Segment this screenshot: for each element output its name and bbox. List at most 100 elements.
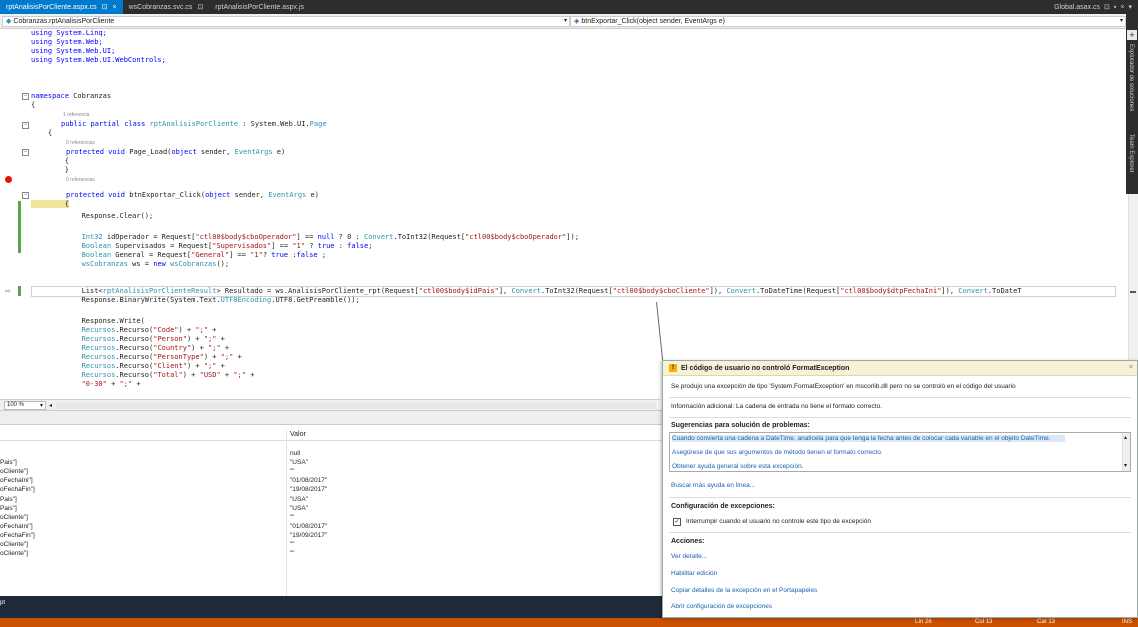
code-line: Recursos.Recurso("Country") + ";" + — [31, 344, 230, 352]
tab-label: rptAnalisisPorCliente.aspx.cs — [6, 3, 97, 11]
code-line: namespace Cobranzas — [31, 92, 112, 100]
actions-heading: Acciones: — [671, 538, 705, 545]
chevron-down-icon: ▾ — [1119, 17, 1123, 24]
scroll-left-icon[interactable]: ◂ — [49, 402, 52, 409]
watch-row-name: oFechaFin"] — [0, 486, 35, 494]
watch-row[interactable]: oFechaIni"] "01/08/2017" — [0, 522, 662, 531]
more-help-link[interactable]: Buscar más ayuda en línea... — [671, 482, 755, 489]
fold-toggle[interactable]: − — [22, 122, 29, 129]
navigation-bar: ◆ Cobranzas.rptAnalisisPorCliente ▾ ◈ bt… — [0, 14, 1126, 29]
watch-row[interactable]: oFechaIni"] "01/08/2017" — [0, 476, 662, 485]
watch-row[interactable]: oCliente"] "" — [0, 540, 662, 549]
watch-row[interactable]: oCliente"] "" — [0, 467, 662, 476]
reference-count-hint[interactable]: 1 referencia — [63, 112, 89, 118]
tab-global-asax[interactable]: Global.asax.cs ⊡ ▪ × ▾ — [1054, 0, 1132, 14]
chevron-down-icon: ▾ — [563, 17, 567, 24]
divider — [669, 532, 1131, 533]
watch-row[interactable]: Pais"] "USA" — [0, 504, 662, 513]
watch-row-value: "USA" — [290, 495, 308, 503]
reference-count-hint[interactable]: 0 referencias — [66, 177, 95, 183]
suggestions-list: Cuando convierta una cadena a DateTime, … — [669, 432, 1131, 472]
suggestion-link[interactable]: Obtener ayuda general sobre esta excepci… — [672, 463, 804, 470]
value-column-header[interactable]: Valor — [290, 431, 306, 438]
fold-toggle[interactable]: − — [22, 192, 29, 199]
watch-row[interactable]: oCliente"] "" — [0, 513, 662, 522]
code-line: Boolean General = Request["General"] == … — [31, 251, 327, 259]
fold-toggle[interactable]: − — [22, 149, 29, 156]
watch-row[interactable]: Pais"] "USA" — [0, 458, 662, 467]
watch-row-value: "01/08/2017" — [290, 477, 328, 485]
view-detail-link[interactable]: Ver detalle... — [671, 553, 707, 560]
team-explorer-tab[interactable]: Team Explorer — [1128, 134, 1134, 173]
solution-explorer-tab[interactable]: Explorador de soluciones — [1128, 44, 1134, 111]
chevron-down-icon: ▾ — [39, 402, 43, 409]
bottom-panel-label[interactable]: pt — [0, 600, 5, 606]
suggestions-heading: Sugerencias para solución de problemas: — [671, 422, 810, 429]
tab-wscobranzas[interactable]: wsCobranzas.svc.cs ⊡ — [123, 0, 210, 14]
watch-row-name: oFechaIni"] — [0, 522, 33, 530]
suggestions-scrollbar[interactable]: ▴ ▾ — [1122, 433, 1130, 471]
code-line: Recursos.Recurso("Code") + ";" + — [31, 326, 217, 334]
extra-icon[interactable]: ▪ — [1114, 4, 1116, 11]
tab-rpt-cs[interactable]: rptAnalisisPorCliente.aspx.cs ⊡ × — [0, 0, 123, 14]
code-line: Recursos.Recurso("Total") + "USD" + ";" … — [31, 371, 255, 379]
editor-horizontal-scrollbar[interactable] — [56, 401, 656, 409]
watch-row[interactable]: oFechaFin"] "19/09/2017" — [0, 531, 662, 540]
reference-count-hint[interactable]: 0 referencias — [66, 140, 95, 146]
code-text[interactable]: using System.Linq; using System.Web; usi… — [31, 29, 1116, 399]
member-dropdown-value: btnExportar_Click(object sender, EventAr… — [581, 17, 725, 25]
close-icon[interactable]: × — [1129, 364, 1133, 371]
watch-row-value: "USA" — [290, 459, 308, 467]
suggestion-link[interactable]: Cuando convierta una cadena a DateTime, … — [672, 435, 1065, 442]
bottom-panel: pt — [0, 596, 662, 618]
scroll-up-icon[interactable]: ▴ — [1124, 434, 1127, 441]
close-icon[interactable]: × — [1120, 4, 1124, 11]
fold-toggle[interactable]: − — [22, 93, 29, 100]
tab-menu-icon[interactable]: ▾ — [1128, 3, 1132, 11]
watch-row-name: Pais"] — [0, 504, 17, 512]
watch-row[interactable]: Pais"] "USA" — [0, 495, 662, 504]
code-line: public partial class rptAnalisisPorClien… — [61, 120, 327, 128]
breakpoint-icon[interactable] — [5, 176, 12, 183]
code-line: } — [31, 166, 69, 174]
watch-row-name: oFechaIni"] — [0, 477, 33, 485]
watch-row[interactable]: null — [0, 449, 662, 458]
right-tool-sidebar: + Explorador de soluciones Team Explorer — [1126, 14, 1138, 194]
watch-row-value: "19/08/2017" — [290, 486, 328, 494]
execution-arrow-icon: ⇨ — [5, 288, 11, 295]
code-editor[interactable]: − − − − ⇨ using System.Linq; using Syste… — [0, 29, 1116, 399]
zoom-select[interactable]: 100 % ▾ — [4, 400, 46, 410]
watch-row-value: null — [290, 450, 301, 457]
open-exception-settings-link[interactable]: Abrir configuración de excepciones — [671, 603, 772, 610]
watch-row-value: "USA" — [290, 504, 308, 512]
tab-rpt-js[interactable]: rptAnalisisPorCliente.aspx.js — [209, 0, 310, 14]
scroll-down-icon[interactable]: ▾ — [1124, 462, 1127, 469]
class-dropdown-value: Cobranzas.rptAnalisisPorCliente — [13, 17, 115, 25]
watch-row[interactable]: oCliente"] "" — [0, 549, 662, 558]
watch-row[interactable]: oFechaFin"] "19/08/2017" — [0, 485, 662, 494]
pin-icon[interactable]: ⊡ — [102, 3, 108, 11]
tab-label: wsCobranzas.svc.cs — [128, 3, 193, 11]
break-on-exception-checkbox[interactable]: ✓ — [673, 518, 681, 526]
status-line: Lín 26 — [915, 619, 932, 625]
add-icon[interactable]: + — [1127, 30, 1137, 40]
member-dropdown[interactable]: ◈ btnExportar_Click(object sender, Event… — [570, 15, 1126, 27]
ide-window: rptAnalisisPorCliente.aspx.cs ⊡ × wsCobr… — [0, 0, 1138, 627]
enable-editing-link[interactable]: Habilitar edición — [671, 570, 717, 577]
exception-helper-popup: ! El código de usuario no controló Forma… — [662, 360, 1138, 618]
exception-additional-info: Información adicional: La cadena de entr… — [671, 403, 883, 410]
copy-details-link[interactable]: Copiar detalles de la excepción en el Po… — [671, 587, 817, 594]
suggestion-link[interactable]: Asegúrese de que sus argumentos de métod… — [672, 449, 883, 456]
code-line: Int32 idOperador = Request["ctl00$body$c… — [31, 233, 579, 241]
class-dropdown[interactable]: ◆ Cobranzas.rptAnalisisPorCliente ▾ — [2, 15, 570, 27]
watch-row-value: "19/09/2017" — [290, 531, 328, 539]
method-icon: ◈ — [574, 18, 580, 25]
status-column: Col 13 — [975, 619, 993, 625]
code-line: Response.Write( — [31, 317, 145, 325]
pin-icon[interactable]: ⊡ — [1104, 3, 1110, 11]
pin-icon[interactable]: ⊡ — [197, 3, 203, 11]
watch-header: Valor — [0, 429, 662, 441]
close-icon[interactable]: × — [113, 4, 117, 11]
watch-panel: Valor null Pais"] "USA" oCliente"] "" oFechaI… — [0, 424, 662, 597]
watch-row-value: "" — [290, 550, 295, 558]
